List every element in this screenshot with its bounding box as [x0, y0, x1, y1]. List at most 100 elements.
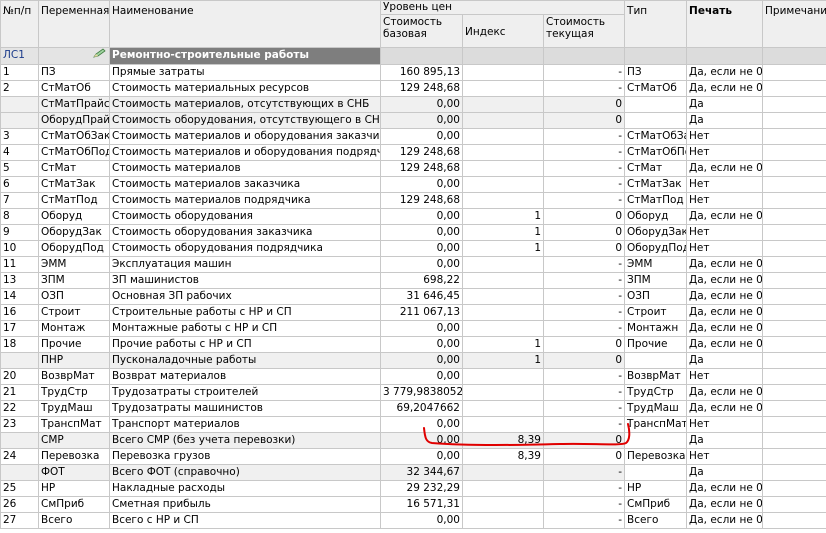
cell-note[interactable]: [762, 143, 826, 161]
cell-type[interactable]: ОЗП: [624, 287, 688, 305]
cell-num[interactable]: 5: [0, 159, 39, 177]
cell-index[interactable]: [462, 191, 544, 209]
cell-cost-base[interactable]: 0,00: [380, 319, 463, 337]
cell-cost-base[interactable]: 0,00: [380, 431, 463, 449]
header-print[interactable]: Печать: [686, 0, 764, 48]
cell-note[interactable]: [762, 255, 826, 273]
cell-variable[interactable]: Оборуд: [38, 207, 110, 225]
table-row[interactable]: 23 ТранспМат Транспорт материалов 0,00- Тран…: [0, 415, 826, 433]
table-row[interactable]: 3 СтМатОбЗак Стоимость материалов и оборуд…: [0, 127, 826, 145]
cell-variable[interactable]: СтМатОбЗак: [38, 127, 110, 145]
cell-name[interactable]: Основная ЗП рабочих: [109, 287, 381, 305]
cell-note[interactable]: [762, 175, 826, 193]
cell-num[interactable]: 26: [0, 495, 39, 513]
cell-cost-base[interactable]: 0,00: [380, 223, 463, 241]
cell-print[interactable]: Нет: [686, 223, 764, 241]
cell-type[interactable]: СтМатПод: [624, 191, 688, 209]
cell-print[interactable]: Да: [686, 111, 764, 129]
cell-num[interactable]: [0, 111, 39, 129]
cell-type[interactable]: Оборуд: [624, 207, 688, 225]
cell-index[interactable]: [462, 111, 544, 129]
cell-cost-base[interactable]: 0,00: [380, 111, 463, 129]
cell-variable[interactable]: ПНР: [38, 351, 110, 369]
cell-index[interactable]: [462, 127, 544, 145]
cell-cost-current[interactable]: -: [542, 175, 626, 193]
cell-type[interactable]: [624, 463, 688, 481]
cell-cost-current[interactable]: 0: [542, 207, 626, 225]
cell-type[interactable]: ТрудМаш: [624, 399, 688, 417]
cell-index[interactable]: [462, 95, 544, 113]
cell-num[interactable]: 14: [0, 287, 39, 305]
table-row[interactable]: СМР Всего СМР (без учета перевозки) 0,00 8,…: [0, 431, 826, 449]
cell-cost-current[interactable]: -: [542, 63, 626, 81]
table-row[interactable]: ПНР Пусконаладочные работы 0,00 1 0 Да: [0, 351, 826, 369]
cell-num[interactable]: 8: [0, 207, 39, 225]
cell-cost-base[interactable]: 29 232,29: [380, 479, 463, 497]
cell-note[interactable]: [762, 127, 826, 145]
cell-name[interactable]: Стоимость материалов и оборудования зака…: [109, 127, 381, 145]
header-cost-base[interactable]: Стоимость базовая: [380, 14, 463, 48]
cell-print[interactable]: Да, если не 0: [686, 335, 764, 353]
cell-num[interactable]: 24: [0, 447, 39, 465]
cell-note[interactable]: [762, 207, 826, 225]
cell-note[interactable]: [762, 463, 826, 481]
cell-note[interactable]: [762, 159, 826, 177]
cell-print[interactable]: Да, если не 0: [686, 255, 764, 273]
cell-name[interactable]: Транспорт материалов: [109, 415, 381, 433]
cell-index[interactable]: [462, 511, 544, 529]
cell-name[interactable]: Стоимость материалов: [109, 159, 381, 177]
cell-variable[interactable]: ЭММ: [38, 255, 110, 273]
cell-type[interactable]: Прочие: [624, 335, 688, 353]
cell-num[interactable]: [0, 463, 39, 481]
cell-cost-current[interactable]: -: [542, 511, 626, 529]
header-price-level[interactable]: Уровень цен: [379, 0, 626, 16]
cell-index[interactable]: [462, 479, 544, 497]
cell-print[interactable]: Да, если не 0: [686, 207, 764, 225]
cell-index[interactable]: [462, 255, 544, 273]
table-row[interactable]: 14 ОЗП Основная ЗП рабочих 31 646,45- ОЗП Да,…: [0, 287, 826, 305]
table-row[interactable]: 24 Перевозка Перевозка грузов 0,00 8,39 0 Пере…: [0, 447, 826, 465]
table-row[interactable]: 17 Монтаж Монтажные работы с НР и СП 0,00 - М…: [0, 319, 826, 337]
cell-note[interactable]: [762, 447, 826, 465]
cell-name[interactable]: Всего СМР (без учета перевозки): [109, 431, 381, 449]
table-row[interactable]: 9 ОборудЗак Стоимость оборудования заказчи…: [0, 223, 826, 241]
cell-num[interactable]: 23: [0, 415, 39, 433]
cell-cost-current[interactable]: 0: [542, 239, 626, 257]
section-row[interactable]: ЛС1 Ремонтно-строительные работы: [0, 47, 826, 65]
cell-name[interactable]: Возврат материалов: [109, 367, 381, 385]
cell-cost-base[interactable]: 16 571,31: [380, 495, 463, 513]
header-name[interactable]: Наименование: [109, 0, 381, 48]
cell-name[interactable]: Стоимость оборудования заказчика: [109, 223, 381, 241]
cell-cost-current[interactable]: -: [542, 367, 626, 385]
cell-print[interactable]: Нет: [686, 191, 764, 209]
cell-num[interactable]: [0, 431, 39, 449]
cell-variable[interactable]: ОборудПрайс: [38, 111, 110, 129]
cell-type[interactable]: [624, 351, 688, 369]
cell-cost-base[interactable]: 0,00: [380, 351, 463, 369]
cell-name[interactable]: Всего ФОТ (справочно): [109, 463, 381, 481]
pencil-icon[interactable]: [93, 48, 107, 63]
cell-print[interactable]: Да, если не 0: [686, 479, 764, 497]
cell-cost-base[interactable]: 0,00: [380, 511, 463, 529]
cell-cost-current[interactable]: 0: [542, 223, 626, 241]
cell-variable[interactable]: ПЗ: [38, 63, 110, 81]
cell-num[interactable]: 9: [0, 223, 39, 241]
cell-print[interactable]: Нет: [686, 367, 764, 385]
cell-print[interactable]: Нет: [686, 415, 764, 433]
cell-note[interactable]: [762, 367, 826, 385]
cell-name[interactable]: Стоимость материалов, отсутствующих в СН…: [109, 95, 381, 113]
cell-num[interactable]: 4: [0, 143, 39, 161]
cell-type[interactable]: СтМат: [624, 159, 688, 177]
cell-num[interactable]: 6: [0, 175, 39, 193]
cell-print[interactable]: Да, если не 0: [686, 287, 764, 305]
cell-name[interactable]: Прямые затраты: [109, 63, 381, 81]
cell-note[interactable]: [762, 399, 826, 417]
cell-note[interactable]: [762, 63, 826, 81]
cell-num[interactable]: 25: [0, 479, 39, 497]
cell-cost-current[interactable]: 0: [542, 447, 626, 465]
cell-cost-base[interactable]: 69,2047662: [380, 399, 463, 417]
cell-cost-current[interactable]: -: [542, 143, 626, 161]
cell-type[interactable]: Всего: [624, 511, 688, 529]
cell-name[interactable]: Стоимость оборудования, отсутствующего в…: [109, 111, 381, 129]
cell-variable[interactable]: ВозврМат: [38, 367, 110, 385]
